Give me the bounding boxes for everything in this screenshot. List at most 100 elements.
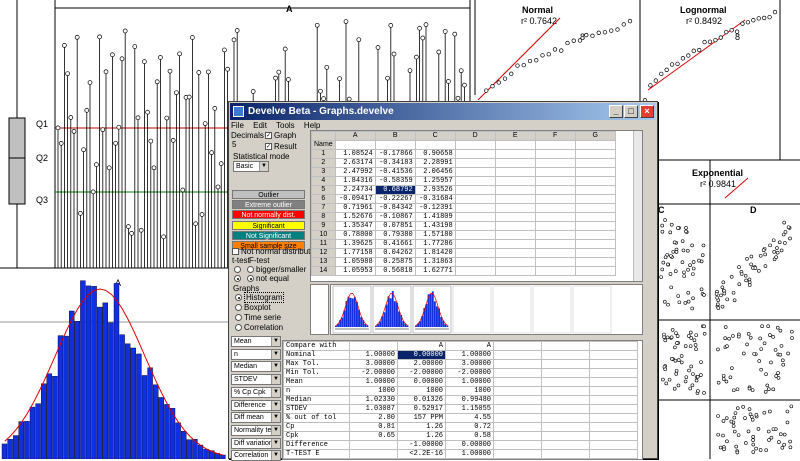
- results-cell[interactable]: [541, 404, 590, 414]
- grid-cell[interactable]: 1.31863: [414, 256, 456, 267]
- stat-combo[interactable]: Diff variation ▼: [231, 437, 281, 449]
- grid-cell[interactable]: [454, 247, 496, 258]
- grid-cell[interactable]: [534, 211, 576, 222]
- grid-cell[interactable]: [534, 256, 576, 267]
- results-cell[interactable]: [589, 440, 638, 450]
- minimize-button[interactable]: _: [609, 105, 623, 118]
- results-cell[interactable]: [493, 386, 542, 396]
- row-header[interactable]: 11: [311, 238, 336, 249]
- grid-col-header[interactable]: A: [334, 131, 376, 141]
- results-cell[interactable]: 1.15055: [445, 404, 494, 414]
- stat-combo[interactable]: Diff mean ▼: [231, 412, 281, 424]
- results-cell[interactable]: [589, 377, 638, 387]
- grid-cell[interactable]: [574, 256, 616, 267]
- results-grid[interactable]: Compare with A A Nominal 1.00000 0.00000 1.000…: [282, 340, 643, 460]
- results-row-label[interactable]: Max Tol.: [283, 359, 350, 369]
- grid-cell[interactable]: 2.63174: [334, 157, 376, 168]
- results-row-label[interactable]: n: [283, 386, 350, 396]
- results-cell[interactable]: [589, 395, 638, 405]
- results-cell[interactable]: -2.00000: [349, 368, 398, 378]
- grid-cell[interactable]: [454, 220, 496, 231]
- results-cell[interactable]: 1.00000: [445, 350, 494, 360]
- grid-cell[interactable]: [574, 166, 616, 177]
- grid-cell[interactable]: [574, 148, 616, 159]
- grid-cell[interactable]: -0.41536: [374, 166, 416, 177]
- grid-cell[interactable]: [454, 238, 496, 249]
- grid-cell[interactable]: -0.34183: [374, 157, 416, 168]
- grid-cell[interactable]: -0.22267: [374, 193, 416, 204]
- grid-cell[interactable]: -0.31684: [414, 193, 456, 204]
- results-cell[interactable]: <2.2E-16: [397, 449, 446, 459]
- results-cell[interactable]: [589, 368, 638, 378]
- not-normal-checkbox[interactable]: Not normal distributed: [232, 247, 319, 256]
- grid-col-header[interactable]: B: [374, 131, 416, 141]
- grid-col-header[interactable]: G: [574, 131, 616, 141]
- grid-cell[interactable]: [494, 148, 536, 159]
- grid-cell[interactable]: [494, 175, 536, 186]
- results-cell[interactable]: 1.00000: [445, 377, 494, 387]
- results-cell[interactable]: [493, 422, 542, 432]
- results-cell[interactable]: [541, 413, 590, 423]
- results-row-label[interactable]: Cpk: [283, 431, 350, 441]
- grid-cell[interactable]: [534, 193, 576, 204]
- results-cell[interactable]: 2.80: [349, 413, 398, 423]
- results-cell[interactable]: [541, 341, 590, 351]
- graph-checkbox[interactable]: ✓ Graph: [265, 131, 296, 140]
- row-header[interactable]: 6: [311, 193, 336, 204]
- grid-cell[interactable]: [574, 265, 616, 276]
- results-cell[interactable]: -2.00000: [445, 368, 494, 378]
- grid-cell[interactable]: [534, 166, 576, 177]
- results-row-label[interactable]: STDEV: [283, 404, 350, 414]
- results-cell[interactable]: [589, 422, 638, 432]
- grid-cell[interactable]: -0.58359: [374, 175, 416, 186]
- grid-cell[interactable]: 0.25875: [374, 256, 416, 267]
- grid-cell[interactable]: [334, 139, 376, 150]
- grid-cell[interactable]: [574, 157, 616, 168]
- grid-cell[interactable]: [494, 229, 536, 240]
- results-cell[interactable]: 4.55: [445, 413, 494, 423]
- grid-cell[interactable]: [454, 166, 496, 177]
- results-cell[interactable]: [541, 395, 590, 405]
- results-cell[interactable]: [493, 368, 542, 378]
- results-cell[interactable]: 1000: [397, 386, 446, 396]
- grid-cell[interactable]: [454, 175, 496, 186]
- grid-cell[interactable]: 1.43198: [414, 220, 456, 231]
- grid-cell[interactable]: [494, 220, 536, 231]
- results-row-label[interactable]: Median: [283, 395, 350, 405]
- grid-cell[interactable]: -0.09417: [334, 193, 376, 204]
- grid-cell[interactable]: 0.04262: [374, 247, 416, 258]
- results-row-label[interactable]: Min Tol.: [283, 368, 350, 378]
- grid-cell[interactable]: [494, 166, 536, 177]
- grid-cell[interactable]: [454, 202, 496, 213]
- results-cell[interactable]: [493, 359, 542, 369]
- results-cell[interactable]: [541, 368, 590, 378]
- grid-cell[interactable]: [534, 157, 576, 168]
- grid-cell[interactable]: -0.10867: [374, 211, 416, 222]
- grid-cell[interactable]: [534, 247, 576, 258]
- row-header[interactable]: 13: [311, 256, 336, 267]
- grid-cell[interactable]: -0.84342: [374, 202, 416, 213]
- results-cell[interactable]: [589, 359, 638, 369]
- results-cell[interactable]: [541, 350, 590, 360]
- grid-cell[interactable]: [454, 157, 496, 168]
- results-cell[interactable]: [589, 404, 638, 414]
- grid-cell[interactable]: [534, 148, 576, 159]
- grid-cell[interactable]: [494, 256, 536, 267]
- stat-mode-select[interactable]: Basic ▼: [233, 161, 269, 172]
- grid-cell[interactable]: [454, 229, 496, 240]
- results-cell[interactable]: 1.00000: [445, 449, 494, 459]
- results-row-label[interactable]: Nominal: [283, 350, 350, 360]
- grid-cell[interactable]: 1.35347: [334, 220, 376, 231]
- grid-cell[interactable]: [574, 184, 616, 195]
- graph-option-radio[interactable]: Time serie: [235, 313, 281, 322]
- grid-cell[interactable]: 0.78800: [334, 229, 376, 240]
- results-cell[interactable]: 0.52917: [397, 404, 446, 414]
- results-cell[interactable]: 0.00000: [397, 377, 446, 387]
- develve-window[interactable]: Develve Beta - Graphs.develve _ □ × File…: [228, 101, 658, 461]
- grid-cell[interactable]: 0.07851: [374, 220, 416, 231]
- grid-cell[interactable]: 1.05988: [334, 256, 376, 267]
- grid-cell[interactable]: -0.17866: [374, 148, 416, 159]
- title-bar[interactable]: Develve Beta - Graphs.develve _ □ ×: [230, 103, 656, 120]
- result-checkbox[interactable]: ✓ Result: [265, 142, 297, 151]
- row-header[interactable]: 9: [311, 220, 336, 231]
